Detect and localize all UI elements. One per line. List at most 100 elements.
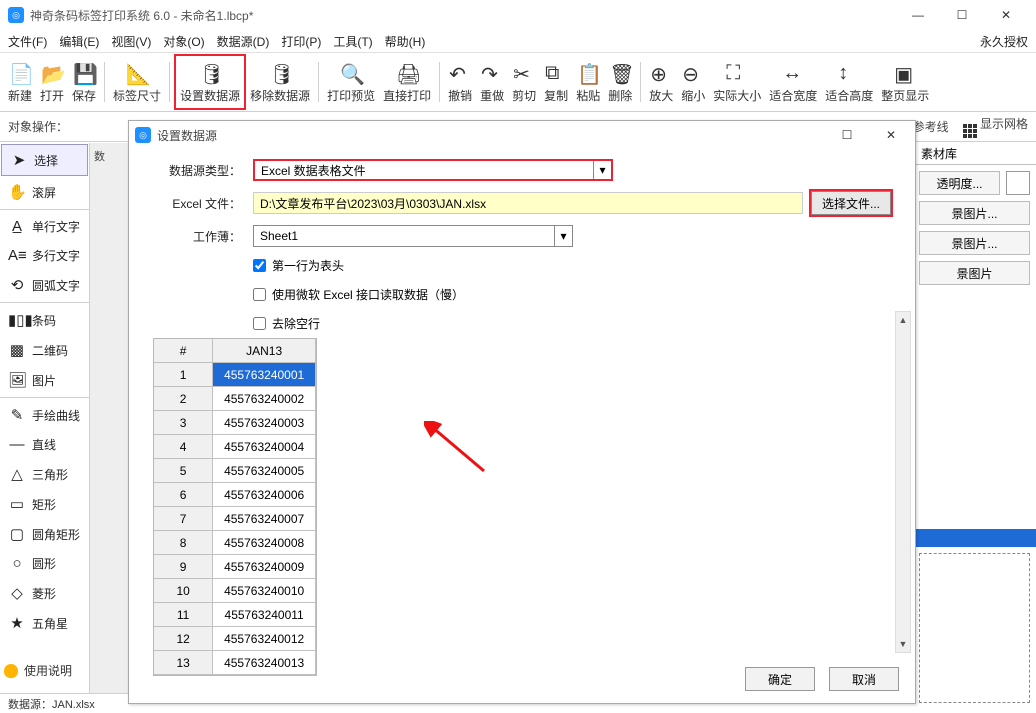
table-row[interactable]: 8455763240008 <box>154 531 316 555</box>
right-tab[interactable]: 素材库 <box>913 143 1036 165</box>
type-combo[interactable]: Excel 数据表格文件 ▾ <box>253 159 613 181</box>
dialog-maximize[interactable]: ☐ <box>829 128 865 142</box>
menu-item[interactable]: 对象(O) <box>163 33 204 50</box>
main-toolbar: 📄新建📂打开💾保存 📐标签尺寸🛢设置数据源🛢移除数据源🔍打印预览🖨直接打印 ↶撤销↷… <box>0 52 1036 112</box>
toolbar-打印预览[interactable]: 🔍打印预览 <box>323 54 379 110</box>
dialog-icon: ◎ <box>135 127 151 143</box>
file-path-display: D:\文章发布平台\2023\03月\0303\JAN.xlsx <box>253 192 803 214</box>
table-row[interactable]: 11455763240011 <box>154 603 316 627</box>
toolbar-删除[interactable]: 🗑删除 <box>604 54 636 110</box>
table-row[interactable]: 12455763240012 <box>154 627 316 651</box>
tool-圆形[interactable]: ○圆形 <box>0 549 89 578</box>
header-row-check[interactable]: 第一行为表头 <box>253 257 344 274</box>
menu-item[interactable]: 文件(F) <box>8 33 47 50</box>
bulb-icon <box>4 664 18 678</box>
tool-单行文字[interactable]: A̲单行文字 <box>0 212 89 241</box>
ms-excel-check[interactable]: 使用微软 Excel 接口读取数据（慢） <box>253 286 464 303</box>
blue-divider <box>913 529 1036 547</box>
toolbar-打开[interactable]: 📂打开 <box>36 54 68 110</box>
tool-圆弧文字[interactable]: ⟲圆弧文字 <box>0 270 89 300</box>
tool-圆角矩形[interactable]: ▢圆角矩形 <box>0 519 89 549</box>
menu-item[interactable]: 数据源(D) <box>217 33 270 50</box>
preview-placeholder <box>919 553 1030 703</box>
tool-二维码[interactable]: ▩二维码 <box>0 335 89 365</box>
table-row[interactable]: 4455763240004 <box>154 435 316 459</box>
red-arrow-annotation <box>424 421 494 481</box>
table-row[interactable]: 5455763240005 <box>154 459 316 483</box>
toolbar-适合高度[interactable]: ↕适合高度 <box>821 54 877 110</box>
table-row[interactable]: 3455763240003 <box>154 411 316 435</box>
help-link[interactable]: 使用说明 <box>4 662 72 679</box>
table-row[interactable]: 7455763240007 <box>154 507 316 531</box>
menu-item[interactable]: 帮助(H) <box>385 33 426 50</box>
bg-image-button-2[interactable]: 景图片... <box>919 231 1030 255</box>
toolbar-剪切[interactable]: ✂剪切 <box>508 54 540 110</box>
license-label: 永久授权 <box>980 33 1028 50</box>
minimize-button[interactable]: — <box>896 0 940 30</box>
grid-toggle[interactable]: 显示网格 <box>963 115 1028 138</box>
left-tab-header[interactable]: 数 <box>94 148 105 164</box>
preview-table: #JAN131455763240001245576324000234557632… <box>153 338 317 676</box>
tool-选择[interactable]: ➤选择 <box>1 144 88 176</box>
bg-image-button-3[interactable]: 景图片 <box>919 261 1030 285</box>
datasource-dialog: ◎ 设置数据源 ☐ ✕ 数据源类型： Excel 数据表格文件 ▾ Excel … <box>128 120 916 704</box>
tool-palette: ➤选择✋滚屏 A̲单行文字A≡多行文字⟲圆弧文字 ▮▯▮条码▩二维码🖼图片 ✎手绘曲线… <box>0 143 90 693</box>
strip-blank-check[interactable]: 去除空行 <box>253 315 320 332</box>
ok-button[interactable]: 确定 <box>745 667 815 691</box>
toolbar-重做[interactable]: ↷重做 <box>476 54 508 110</box>
tool-多行文字[interactable]: A≡多行文字 <box>0 241 89 270</box>
window-title: 神奇条码标签打印系统 6.0 - 未命名1.lbcp* <box>30 7 253 24</box>
color-swatch[interactable] <box>1006 171 1030 195</box>
scroll-up-icon[interactable]: ▲ <box>896 312 910 328</box>
right-panel: 素材库 透明度... 景图片... 景图片... 景图片 <box>912 143 1036 693</box>
tool-手绘曲线[interactable]: ✎手绘曲线 <box>0 400 89 430</box>
toolbar-放大[interactable]: ⊕放大 <box>645 54 677 110</box>
toolbar-设置数据源[interactable]: 🛢设置数据源 <box>174 54 246 110</box>
menu-item[interactable]: 编辑(E) <box>59 33 99 50</box>
title-bar: ◎ 神奇条码标签打印系统 6.0 - 未命名1.lbcp* — ☐ ✕ <box>0 0 1036 30</box>
toolbar-适合宽度[interactable]: ↔适合宽度 <box>765 54 821 110</box>
dialog-close[interactable]: ✕ <box>873 128 909 142</box>
toolbar-缩小[interactable]: ⊖缩小 <box>677 54 709 110</box>
table-row[interactable]: 2455763240002 <box>154 387 316 411</box>
tool-滚屏[interactable]: ✋滚屏 <box>0 177 89 207</box>
bg-image-button-1[interactable]: 景图片... <box>919 201 1030 225</box>
close-button[interactable]: ✕ <box>984 0 1028 30</box>
table-row[interactable]: 9455763240009 <box>154 555 316 579</box>
dialog-scrollbar[interactable]: ▲ ▼ <box>895 311 911 653</box>
toolbar-实际大小[interactable]: ⛶实际大小 <box>709 54 765 110</box>
type-label: 数据源类型： <box>153 162 253 179</box>
tool-五角星[interactable]: ★五角星 <box>0 608 89 638</box>
opacity-button[interactable]: 透明度... <box>919 171 1000 195</box>
dropdown-arrow-icon: ▾ <box>554 226 572 246</box>
toolbar-整页显示[interactable]: ▣整页显示 <box>877 54 933 110</box>
toolbar-直接打印[interactable]: 🖨直接打印 <box>379 54 435 110</box>
menu-item[interactable]: 工具(T) <box>333 33 372 50</box>
maximize-button[interactable]: ☐ <box>940 0 984 30</box>
toolbar-新建[interactable]: 📄新建 <box>4 54 36 110</box>
tool-直线[interactable]: —直线 <box>0 430 89 459</box>
toolbar-粘贴[interactable]: 📋粘贴 <box>572 54 604 110</box>
toolbar-撤销[interactable]: ↶撤销 <box>444 54 476 110</box>
toolbar-复制[interactable]: ⧉复制 <box>540 54 572 110</box>
toolbar-移除数据源[interactable]: 🛢移除数据源 <box>246 54 314 110</box>
tool-条码[interactable]: ▮▯▮条码 <box>0 305 89 335</box>
tool-菱形[interactable]: ◇菱形 <box>0 578 89 608</box>
menu-item[interactable]: 视图(V) <box>111 33 151 50</box>
table-row[interactable]: 10455763240010 <box>154 579 316 603</box>
toolbar-保存[interactable]: 💾保存 <box>68 54 100 110</box>
tool-三角形[interactable]: △三角形 <box>0 459 89 489</box>
sheet-combo[interactable]: Sheet1 ▾ <box>253 225 573 247</box>
table-row[interactable]: 13455763240013 <box>154 651 316 675</box>
table-row[interactable]: 6455763240006 <box>154 483 316 507</box>
toolbar-标签尺寸[interactable]: 📐标签尺寸 <box>109 54 165 110</box>
app-icon: ◎ <box>8 7 24 23</box>
table-row[interactable]: 1455763240001 <box>154 363 316 387</box>
tool-图片[interactable]: 🖼图片 <box>0 365 89 395</box>
object-ops-label: 对象操作： <box>8 118 68 135</box>
menu-item[interactable]: 打印(P) <box>281 33 321 50</box>
tool-矩形[interactable]: ▭矩形 <box>0 489 89 519</box>
cancel-button[interactable]: 取消 <box>829 667 899 691</box>
scroll-down-icon[interactable]: ▼ <box>896 636 910 652</box>
browse-button[interactable]: 选择文件... <box>811 191 891 215</box>
